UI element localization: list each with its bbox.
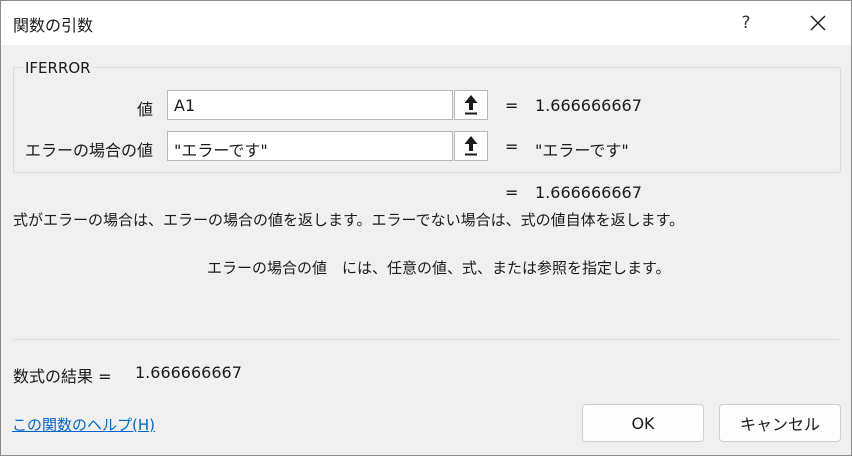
help-button[interactable]: ?: [723, 1, 769, 45]
cancel-button[interactable]: キャンセル: [719, 404, 841, 442]
ref-button-value[interactable]: [454, 90, 488, 120]
arg-label-value: 値: [136, 100, 153, 119]
formula-equals: =: [505, 183, 519, 202]
arg-result-value-if-error: "エラーです": [535, 141, 629, 160]
function-arguments-dialog: 関数の引数 ? IFERROR 値 A1 = 1.666666667 エラーの場…: [0, 0, 852, 456]
formula-result-label: 数式の結果 =: [13, 367, 112, 386]
function-description: 式がエラーの場合は、エラーの場合の値を返します。エラーでない場合は、式の値自体を…: [13, 211, 685, 229]
close-icon: [810, 15, 826, 31]
arg-equals-1: =: [505, 96, 519, 115]
dialog-title: 関数の引数: [13, 16, 94, 35]
title-bar: 関数の引数 ?: [1, 1, 851, 45]
separator: [13, 339, 839, 340]
arrow-up-icon: [464, 95, 478, 115]
formula-result: 1.666666667: [535, 183, 642, 202]
function-help-link[interactable]: この関数のヘルプ(H): [12, 414, 155, 435]
arg-equals-2: =: [505, 137, 519, 156]
function-name: IFERROR: [23, 59, 93, 77]
arg-label-value-if-error: エラーの場合の値: [24, 141, 153, 160]
ok-button[interactable]: OK: [582, 404, 704, 442]
close-button[interactable]: [791, 1, 845, 45]
formula-result-value: 1.666666667: [135, 363, 242, 382]
arg-result-value: 1.666666667: [535, 96, 642, 115]
argument-description: エラーの場合の値 には、任意の値、式、または参照を指定します。: [207, 259, 671, 277]
arrow-up-icon: [464, 136, 478, 156]
ref-button-value-if-error[interactable]: [454, 131, 488, 161]
arg-input-value[interactable]: A1: [167, 90, 453, 120]
arg-input-value-if-error[interactable]: "エラーです": [167, 131, 453, 161]
